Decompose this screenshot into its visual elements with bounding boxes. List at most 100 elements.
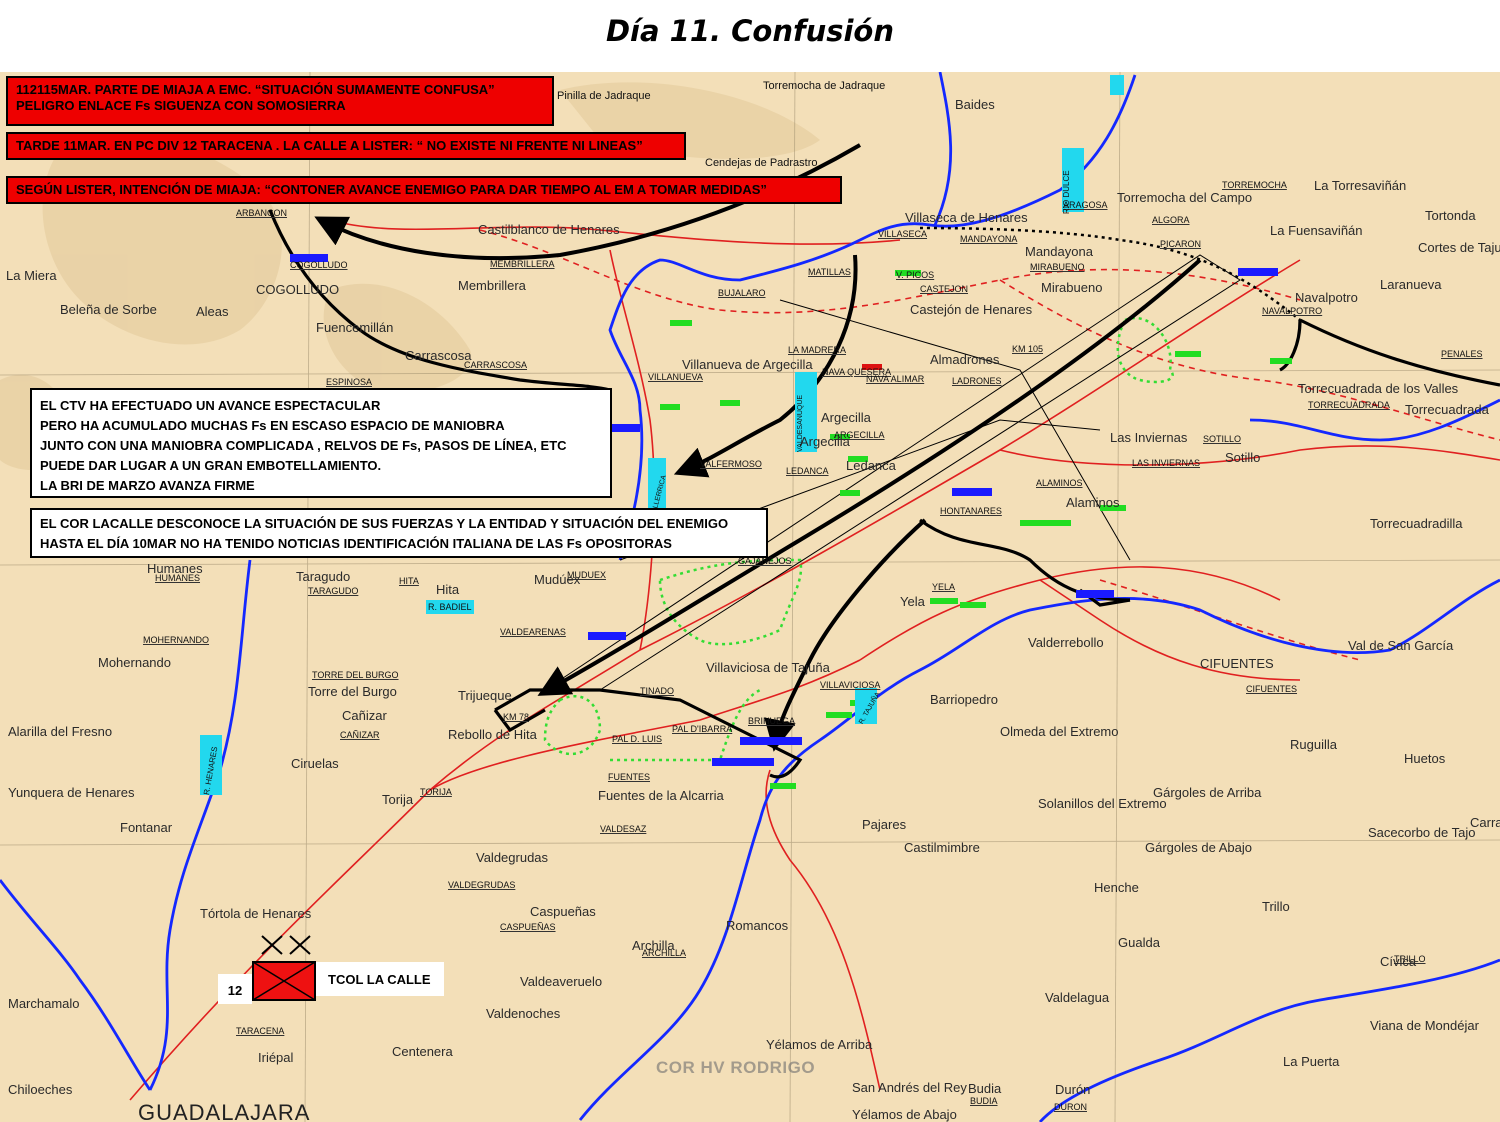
place-label: Sacecorbo de Tajo (1368, 825, 1476, 840)
place-label: Trijueque (458, 688, 512, 703)
place-label: Humanes (147, 561, 203, 576)
place-label: PENALES (1441, 349, 1483, 359)
place-label: Huetos (1404, 751, 1446, 766)
place-label: VALDESAZ (600, 824, 647, 834)
place-label: Cívica (1380, 954, 1417, 969)
place-label: KM 105 (1012, 344, 1044, 354)
place-label: Villaseca de Henares (905, 210, 1028, 225)
place-label: COGOLLUDO (256, 282, 340, 297)
place-label: ESPINOSA (326, 377, 373, 387)
place-label: CIFUENTES (1200, 656, 1274, 671)
place-label: Las Inviernas (1110, 430, 1188, 445)
place-label: Almadrones (930, 352, 1000, 367)
place-label: Torrecuadrada (1405, 402, 1489, 417)
place-label: VILLANUEVA (648, 372, 703, 382)
place-label: Fuentes de la Alcarria (598, 788, 724, 803)
place-label: Taragudo (296, 569, 351, 584)
place-label: PICARON (1160, 239, 1202, 249)
place-label: TORRE DEL BURGO (312, 670, 399, 680)
place-label: LAS INVIERNAS (1132, 458, 1201, 468)
place-label: LEDANCA (786, 466, 829, 476)
place-label: MANDAYONA (960, 234, 1018, 244)
place-label: ALGORA (1152, 215, 1190, 225)
place-label: Mohernando (98, 655, 171, 670)
place-label: MOHERNANDO (143, 635, 210, 645)
place-label: VALDEGRUDAS (448, 880, 516, 890)
place-label: Yélamos de Arriba (766, 1037, 873, 1052)
annotation-line: PERO HA ACUMULADO MUCHAS Fs EN ESCASO ES… (40, 418, 505, 433)
place-label: PAL D'IBARRA (672, 724, 733, 734)
place-label: MATILLAS (808, 267, 851, 277)
place-label: Ciruelas (291, 756, 339, 771)
place-label: Carrascosa (405, 348, 472, 363)
place-label: Solanillos del Extremo (1038, 796, 1167, 811)
taracena-pc-box: TARDE 11MAR. EN PC DIV 12 TARACENA . LA … (6, 132, 686, 160)
place-label: FUENTES (608, 772, 651, 782)
place-label: Laranueva (1380, 277, 1442, 292)
place-label: Gárgoles de Arriba (1153, 785, 1262, 800)
place-label: Argecilla (821, 410, 871, 425)
place-label: Fuencemillán (316, 320, 394, 335)
place-label-city: GUADALAJARA (138, 1100, 311, 1122)
place-label: Centenera (392, 1044, 453, 1059)
place-label: Budia (968, 1081, 1002, 1096)
place-label: NAVALPOTRO (1262, 306, 1323, 316)
place-label: Yunquera de Henares (8, 785, 135, 800)
place-label: Torremocha del Campo (1117, 190, 1253, 205)
place-label: Gualda (1118, 935, 1160, 950)
place-label: COGOLLUDO (290, 260, 348, 270)
place-label: La Torresaviñán (1314, 178, 1407, 193)
place-label: TORRECUADRADA (1308, 400, 1390, 410)
place-label: La Fuensaviñán (1270, 223, 1363, 238)
place-label: Aleas (196, 304, 229, 319)
annotation-line: PELIGRO ENLACE Fs SIGUENZA CON SOMOSIERR… (16, 98, 346, 113)
place-label: Pajares (862, 817, 907, 832)
place-label: Castilblanco de Henares (478, 222, 620, 237)
place-label: Torre del Burgo (308, 684, 397, 699)
place-label: MIRABUENO (1030, 262, 1085, 272)
place-label: Valderrebollo (1028, 635, 1104, 650)
place-label: Sotillo (1225, 450, 1261, 465)
place-label: SOTILLO (1203, 434, 1242, 444)
place-label: LA MADRERA (788, 345, 847, 355)
river-label: R. BADIEL (428, 602, 472, 612)
place-label: Romancos (726, 918, 789, 933)
place-label: HONTANARES (940, 506, 1002, 516)
place-label: Mudúex (534, 572, 581, 587)
annotation-line: EL COR LACALLE DESCONOCE LA SITUACIÓN DE… (40, 516, 729, 531)
place-label: NAVA ALIMAR (866, 374, 925, 384)
place-label: Torremocha de Jadraque (763, 80, 886, 92)
place-label: Henche (1094, 880, 1139, 895)
place-label: YELA (932, 582, 956, 592)
place-label: Carrascosa (1470, 815, 1500, 830)
place-label: Membrillera (458, 278, 526, 293)
place-label: Trillo (1262, 899, 1290, 914)
place-label: La Miera (6, 268, 57, 283)
place-label: VALDEARENAS (500, 627, 566, 637)
annotation-line: HASTA EL DÍA 10MAR NO HA TENIDO NOTICIAS… (40, 536, 672, 551)
place-label: LADRONES (952, 376, 1002, 386)
place-label: La Puerta (1283, 1054, 1340, 1069)
place-label: Valdelagua (1045, 990, 1110, 1005)
annotation-line: EL CTV HA EFECTUADO UN AVANCE ESPECTACUL… (40, 398, 381, 413)
lister-intent-box: SEGÚN LISTER, INTENCIÓN DE MIAJA: “CONTO… (6, 176, 842, 204)
annotation-line: JUNTO CON UNA MANIOBRA COMPLICADA , RELV… (40, 438, 567, 453)
map-title: Día 11. Confusión (605, 14, 895, 48)
place-label: Yela (900, 594, 925, 609)
place-label: Durón (1055, 1082, 1091, 1097)
place-label: HITA (399, 576, 419, 586)
place-label: Cendejas de Padrastro (705, 157, 818, 169)
place-label: CASPUEÑAS (500, 922, 556, 932)
place-label: Baides (955, 97, 995, 112)
place-label: CASTEJON (920, 284, 969, 294)
place-label: Barriopedro (930, 692, 998, 707)
place-label: MEMBRILLERA (490, 259, 555, 269)
place-label: ARBANCON (236, 208, 288, 218)
place-label: Olmeda del Extremo (1000, 724, 1119, 739)
place-label: Mandayona (1025, 244, 1093, 259)
place-label: Torrecuadrada de los Valles (1298, 381, 1459, 396)
place-label: Val de San García (1348, 638, 1454, 653)
place-label: TINADO (640, 686, 675, 696)
place-label: Tórtola de Henares (200, 906, 312, 921)
place-label: Rebollo de Hita (448, 727, 537, 742)
